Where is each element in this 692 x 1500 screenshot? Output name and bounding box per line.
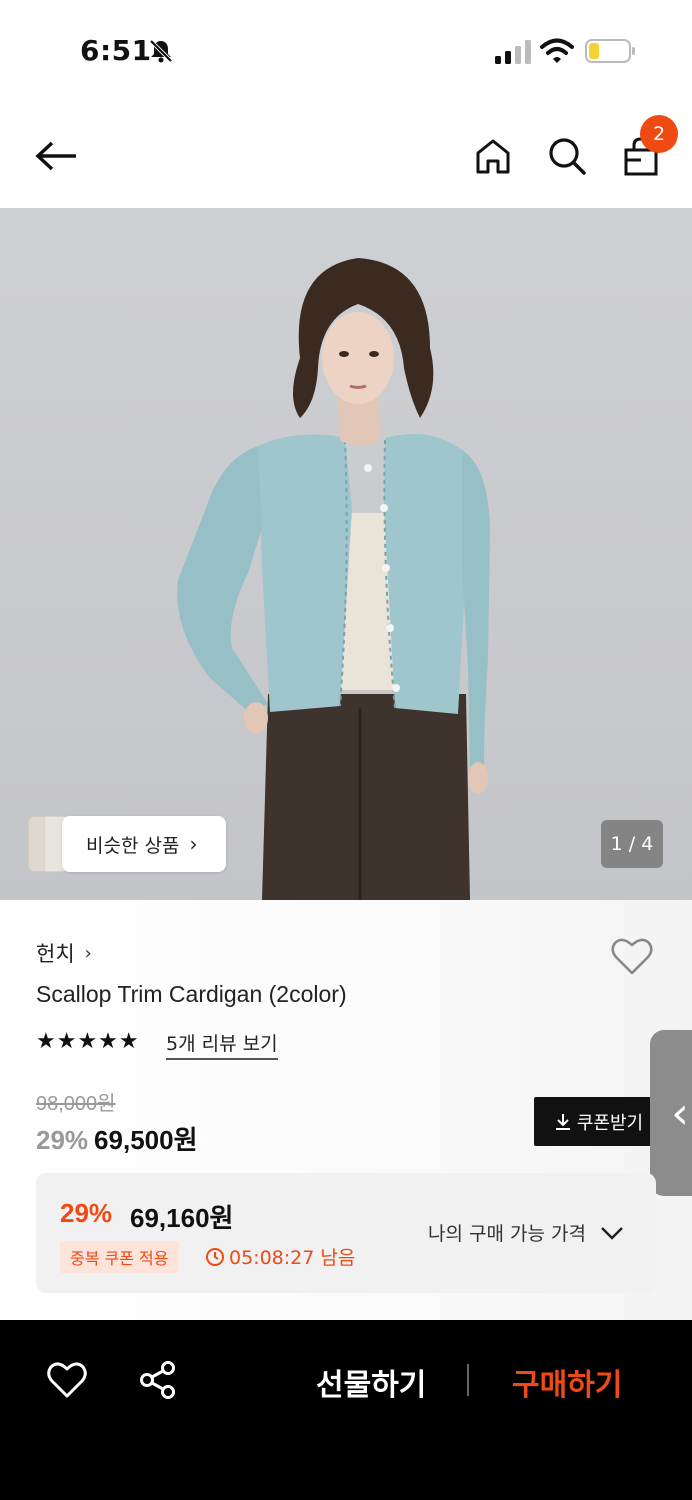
- battery-icon: [585, 39, 635, 63]
- search-icon: [549, 138, 586, 175]
- coupon-label: 쿠폰받기: [576, 1112, 644, 1134]
- coupon-stack-badge: 중복 쿠폰 적용: [60, 1241, 179, 1273]
- bottom-action-bar: [0, 1320, 692, 1500]
- gift-button[interactable]: 선물하기: [316, 1360, 426, 1404]
- cart-count-badge: 2: [640, 115, 678, 153]
- rating-stars: ★★★★★: [36, 1029, 140, 1054]
- discount-percent: 29%: [36, 1125, 89, 1155]
- my-price-toggle[interactable]: 나의 구매 가능 가격: [428, 1219, 624, 1246]
- original-price: 98,000원: [36, 1093, 116, 1115]
- bell-off-icon: [149, 39, 173, 63]
- similar-products-label: 비슷한 상품: [86, 834, 180, 857]
- similar-products-label-wrap: 비슷한 상품 ›: [62, 816, 226, 872]
- home-icon: [476, 139, 510, 174]
- product-image[interactable]: [0, 208, 692, 900]
- clock-icon: [206, 1247, 224, 1266]
- wifi-icon: [540, 38, 574, 63]
- brand-name: 헌치: [36, 942, 75, 966]
- download-icon: [555, 1113, 570, 1130]
- my-price-toggle-label: 나의 구매 가능 가격: [428, 1223, 586, 1245]
- side-drawer-handle[interactable]: ‹: [650, 1030, 692, 1196]
- sale-price-row: 29% 69,500원: [36, 1120, 198, 1157]
- coupon-timer: 05:08:27 남음: [205, 1243, 355, 1270]
- home-button[interactable]: [465, 128, 521, 184]
- wishlist-heart-icon[interactable]: [610, 936, 654, 976]
- chevron-right-icon: ›: [84, 942, 92, 964]
- product-photo: [177, 258, 490, 900]
- sale-price: 69,500원: [94, 1125, 198, 1155]
- status-bar: 6:51: [0, 0, 692, 100]
- chevron-down-icon: [601, 1226, 623, 1240]
- brand-link[interactable]: 헌치 ›: [36, 938, 92, 968]
- chevron-left-icon: ‹: [671, 1087, 689, 1139]
- image-pager: 1 / 4: [601, 820, 663, 868]
- my-price: 69,160원: [130, 1203, 234, 1233]
- get-coupon-button[interactable]: 쿠폰받기: [534, 1097, 664, 1146]
- back-button[interactable]: [28, 128, 84, 184]
- countdown: 05:08:27 남음: [229, 1247, 356, 1269]
- share-icon[interactable]: [138, 1360, 178, 1400]
- review-link[interactable]: 5개 리뷰 보기: [166, 1029, 278, 1060]
- buy-button[interactable]: 구매하기: [512, 1360, 622, 1404]
- my-discount-percent: 29%: [60, 1198, 113, 1228]
- heart-icon[interactable]: [46, 1360, 88, 1400]
- cell-signal-icon: [495, 40, 531, 64]
- similar-products-button[interactable]: 비슷한 상품 ›: [28, 816, 226, 872]
- search-button[interactable]: [539, 128, 595, 184]
- divider: [467, 1364, 469, 1396]
- product-name: Scallop Trim Cardigan (2color): [36, 981, 347, 1007]
- arrow-left-icon: [35, 141, 76, 171]
- status-time: 6:51: [80, 34, 152, 67]
- chevron-right-icon: ›: [189, 832, 198, 856]
